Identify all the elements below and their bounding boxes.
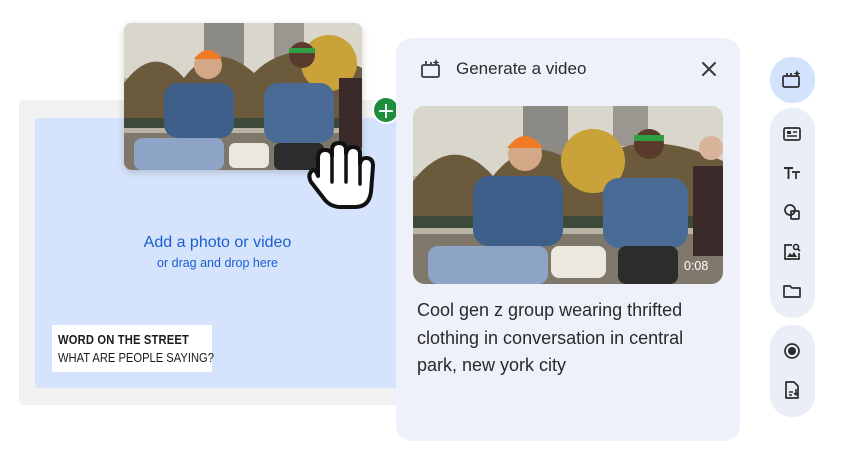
toolbar-group-media (770, 325, 815, 417)
dropzone-hint: or drag and drop here (157, 256, 278, 270)
generated-video-thumbnail[interactable] (413, 106, 723, 284)
shapes-icon[interactable] (781, 201, 803, 223)
text-icon[interactable] (781, 162, 803, 184)
text-layout-icon[interactable] (781, 123, 803, 145)
image-search-icon[interactable] (781, 241, 803, 263)
video-sparkle-icon (420, 58, 442, 80)
caption-title: WORD ON THE STREET (58, 332, 190, 347)
record-icon[interactable] (781, 340, 803, 362)
add-media-link[interactable]: Add a photo or video (35, 234, 400, 252)
close-icon[interactable] (698, 58, 720, 80)
grab-hand-icon (303, 140, 379, 210)
document-download-icon[interactable] (781, 379, 803, 401)
folder-icon[interactable] (781, 280, 803, 302)
generate-video-icon[interactable] (781, 69, 803, 91)
video-prompt-text: Cool gen z group wearing thrifted clothi… (417, 300, 684, 375)
caption-subtitle: WHAT ARE PEOPLE SAYING? (58, 350, 214, 365)
video-duration: 0:08 (684, 259, 709, 273)
panel-title: Generate a video (456, 59, 587, 78)
